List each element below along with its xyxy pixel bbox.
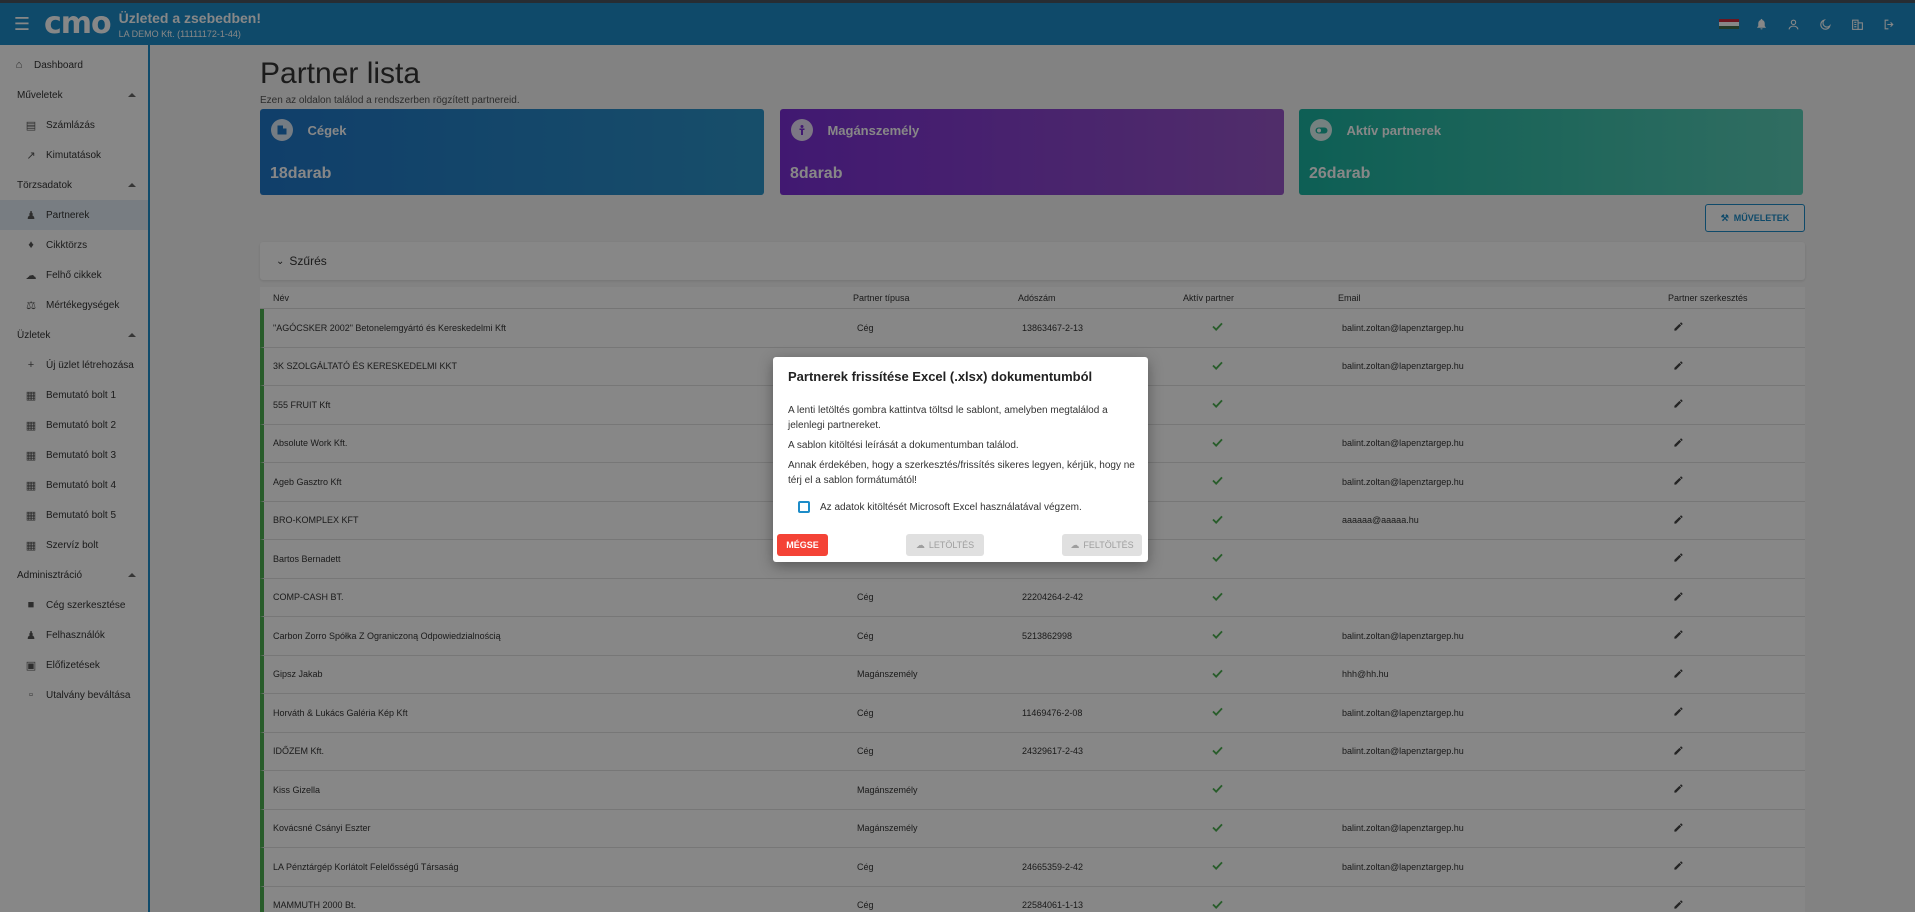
upload-label: FELTÖLTÉS <box>1083 540 1134 550</box>
cloud-upload-icon: ☁ <box>1070 539 1080 550</box>
dialog-text: A lenti letöltés gombra kattintva töltsd… <box>788 405 1108 431</box>
dialog-text: Annak érdekében, hogy a szerkesztés/fris… <box>788 460 1135 486</box>
cancel-button[interactable]: MÉGSE <box>777 534 828 556</box>
download-label: LETÖLTÉS <box>928 540 975 550</box>
dialog-text: A sablon kitöltési leírását a dokumentum… <box>788 440 1019 451</box>
upload-button[interactable]: ☁ FELTÖLTÉS <box>1062 534 1142 556</box>
cloud-download-icon: ☁ <box>915 539 925 550</box>
excel-update-dialog: Partnerek frissítése Excel (.xlsx) dokum… <box>773 357 1148 562</box>
excel-checkbox-row: Az adatok kitöltését Microsoft Excel has… <box>798 501 1082 513</box>
dialog-title: Partnerek frissítése Excel (.xlsx) dokum… <box>788 369 1093 384</box>
excel-checkbox[interactable] <box>798 501 810 513</box>
dialog-body: A lenti letöltés gombra kattintva töltsd… <box>788 403 1138 493</box>
download-button[interactable]: ☁ LETÖLTÉS <box>906 534 984 556</box>
checkbox-label[interactable]: Az adatok kitöltését Microsoft Excel has… <box>820 502 1082 513</box>
